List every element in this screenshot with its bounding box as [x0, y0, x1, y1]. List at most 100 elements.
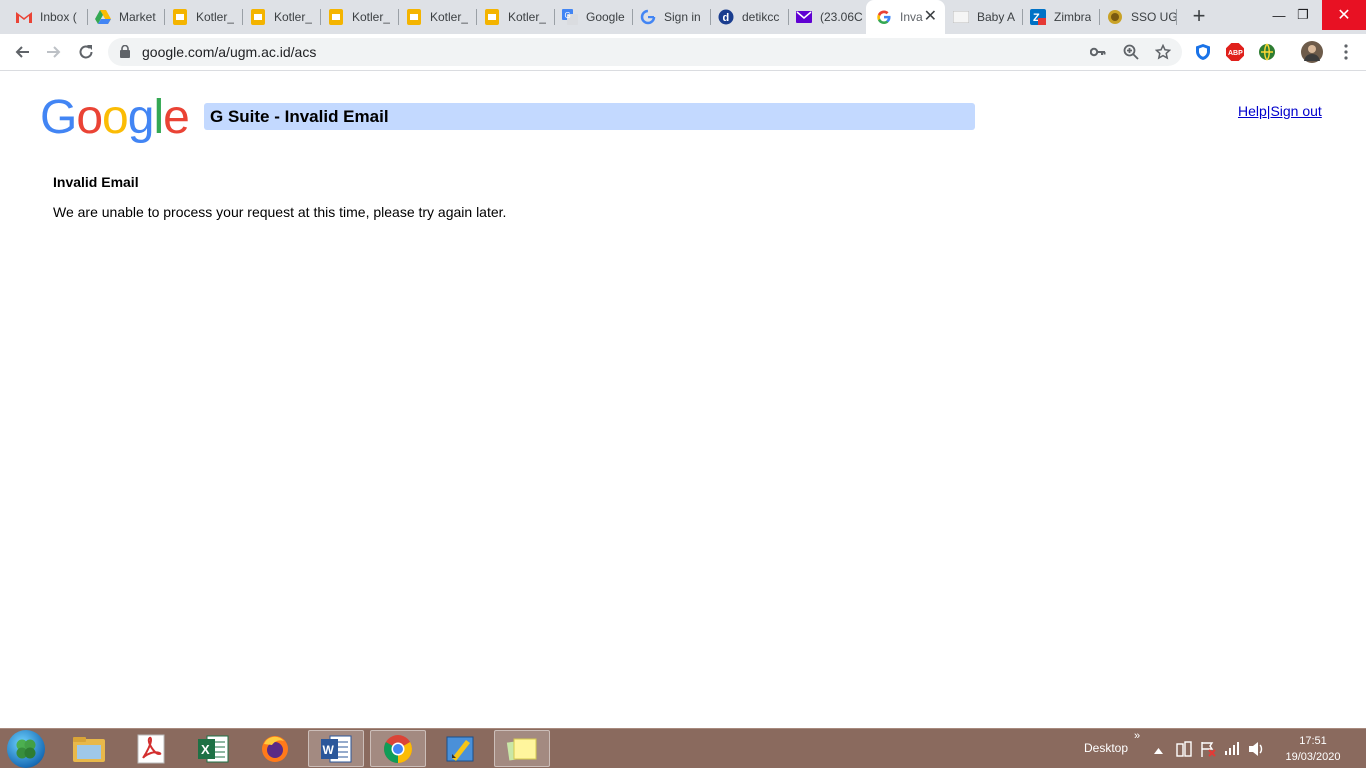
google-slides-icon [172, 9, 188, 25]
tab-gmail-inbox[interactable]: Inbox ( [8, 4, 88, 30]
tab-kotler-3[interactable]: Kotler_ [320, 4, 399, 30]
tab-baby[interactable]: Baby A [945, 4, 1023, 30]
yahoo-mail-icon [796, 9, 812, 25]
google-drive-icon [95, 9, 111, 25]
file-explorer-icon [73, 736, 105, 762]
globe-extension-icon[interactable] [1257, 42, 1277, 62]
new-tab-button[interactable]: + [1189, 5, 1209, 27]
zimbra-icon: Z [1030, 9, 1046, 25]
paint-icon [446, 736, 474, 761]
tab-invalid-email[interactable]: Inva ✕ [866, 0, 945, 34]
clock-time: 17:51 [1299, 735, 1327, 747]
tab-google-translate[interactable]: G Google [554, 4, 633, 30]
address-bar[interactable]: google.com/a/ugm.ac.id/acs [108, 38, 1182, 66]
google-slides-icon [406, 9, 422, 25]
help-link[interactable]: Help [1238, 103, 1267, 119]
tab-detikcom[interactable]: d detikcc [710, 4, 789, 30]
ugm-seal-icon [1107, 9, 1123, 25]
google-logo: Google [40, 91, 190, 144]
tray-device-icon[interactable] [1176, 741, 1192, 760]
svg-text:d: d [723, 12, 730, 24]
chrome-menu-button[interactable] [1336, 42, 1356, 62]
google-slides-icon [328, 9, 344, 25]
desktop-toolbar-label[interactable]: Desktop [1084, 741, 1128, 755]
logo-letter: g [127, 91, 155, 144]
taskbar-acrobat[interactable] [123, 730, 179, 767]
logo-letter: o [76, 91, 103, 144]
error-heading: Invalid Email [53, 174, 139, 190]
google-slides-icon [250, 9, 266, 25]
shield-extension-icon[interactable] [1193, 42, 1213, 62]
tab-kotler-1[interactable]: Kotler_ [164, 4, 243, 30]
taskbar: X W Desktop » 17:51 19/03/2020 [0, 728, 1366, 768]
key-icon[interactable] [1090, 44, 1106, 60]
system-clock[interactable]: 17:51 19/03/2020 [1280, 733, 1346, 765]
sign-out-link[interactable]: Sign out [1270, 103, 1321, 119]
taskbar-paint[interactable] [432, 730, 488, 767]
taskbar-file-explorer[interactable] [61, 730, 117, 767]
svg-text:W: W [323, 743, 335, 757]
zoom-icon[interactable] [1123, 44, 1139, 60]
tab-kotler-5[interactable]: Kotler_ [476, 4, 555, 30]
logo-letter: e [163, 91, 190, 144]
close-window-button[interactable]: ✕ [1322, 0, 1366, 30]
user-avatar-icon [1304, 45, 1320, 61]
google-translate-icon: G [562, 9, 578, 25]
taskbar-word[interactable]: W [308, 730, 364, 767]
tab-sign-in[interactable]: Sign in [632, 4, 711, 30]
sticky-notes-icon [506, 738, 537, 760]
google-g-icon [640, 9, 656, 25]
detik-icon: d [718, 9, 734, 25]
logo-letter: l [153, 91, 164, 144]
forward-arrow-icon [47, 46, 61, 58]
more-vert-icon [1344, 44, 1348, 60]
lock-icon [120, 44, 130, 63]
acrobat-icon [137, 734, 165, 763]
start-orb-icon [16, 739, 36, 759]
network-signal-icon[interactable] [1224, 741, 1240, 758]
clock-date: 19/03/2020 [1285, 751, 1341, 763]
browser-toolbar: google.com/a/ugm.ac.id/acs ABP [0, 34, 1366, 71]
restore-button[interactable]: ❐ [1281, 0, 1325, 30]
start-button[interactable] [7, 730, 45, 768]
tab-market[interactable]: Market [87, 4, 165, 30]
google-g-icon [876, 9, 892, 25]
action-center-flag-icon[interactable] [1200, 741, 1216, 760]
excel-icon: X [198, 735, 229, 762]
top-links: Help|Sign out [1238, 103, 1322, 119]
close-tab-icon[interactable]: ✕ [924, 9, 937, 25]
reload-icon [79, 45, 93, 59]
taskbar-sticky-notes[interactable] [494, 730, 550, 767]
tab-separator [1176, 9, 1177, 25]
url-text: google.com/a/ugm.ac.id/acs [142, 44, 317, 60]
forward-button[interactable] [40, 38, 68, 66]
show-hidden-icons-button[interactable] [1154, 743, 1163, 757]
taskbar-chrome[interactable] [370, 730, 426, 767]
tab-zimbra[interactable]: Z Zimbra [1022, 4, 1100, 30]
chrome-icon [384, 734, 412, 763]
reload-button[interactable] [72, 38, 100, 66]
adblock-plus-icon[interactable]: ABP [1225, 42, 1245, 62]
error-message: We are unable to process your request at… [53, 204, 507, 220]
volume-icon[interactable] [1248, 741, 1264, 760]
google-slides-icon [484, 9, 500, 25]
svg-text:X: X [201, 742, 210, 757]
tab-sso-ugm[interactable]: SSO UG [1099, 4, 1177, 30]
page-title: G Suite - Invalid Email [204, 103, 975, 130]
taskbar-firefox[interactable] [247, 730, 303, 767]
back-button[interactable] [8, 38, 36, 66]
tab-kotler-2[interactable]: Kotler_ [242, 4, 321, 30]
bookmark-star-icon[interactable] [1155, 44, 1171, 60]
back-arrow-icon [15, 46, 29, 58]
gmail-icon [16, 9, 32, 25]
logo-letter: G [40, 91, 77, 144]
tab-kotler-4[interactable]: Kotler_ [398, 4, 477, 30]
tab-yahoo-mail[interactable]: (23.06C [788, 4, 866, 30]
profile-avatar[interactable] [1301, 41, 1323, 63]
desktop-toolbar-chevron[interactable]: » [1134, 730, 1140, 742]
svg-text:G: G [565, 11, 571, 20]
taskbar-excel[interactable]: X [185, 730, 241, 767]
word-icon: W [321, 735, 352, 762]
site-favicon-icon [953, 9, 969, 25]
svg-text:ABP: ABP [1228, 50, 1243, 57]
